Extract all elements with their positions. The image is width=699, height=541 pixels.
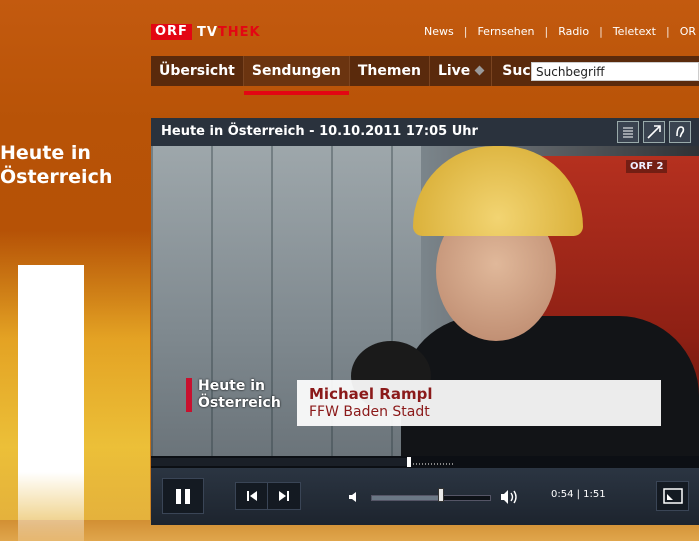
nav-sendungen[interactable]: Sendungen — [243, 56, 350, 95]
volume-handle[interactable] — [438, 488, 444, 502]
volume-fill — [372, 496, 442, 500]
fullscreen-button[interactable] — [656, 481, 689, 511]
show-logo-line2: Österreich — [198, 395, 281, 411]
text-icon[interactable] — [617, 121, 639, 143]
previous-button[interactable] — [235, 482, 268, 510]
volume-high-icon[interactable] — [499, 488, 523, 506]
toplink-fernsehen[interactable]: Fernsehen — [477, 25, 534, 38]
side-title-line2: Österreich — [0, 166, 113, 188]
nav-live-label: Live — [437, 63, 471, 79]
side-title-line1: Heute in — [0, 142, 91, 164]
nav-live[interactable]: Live — [430, 56, 493, 86]
show-logo-text: Heute in Österreich — [198, 378, 281, 412]
decorative-white-bar — [18, 265, 84, 541]
toplink-radio[interactable]: Radio — [558, 25, 589, 38]
orf-tvthek-logo[interactable]: ORF TV THEK — [151, 24, 261, 40]
skip-back-icon — [246, 491, 257, 501]
lower-third-org: FFW Baden Stadt — [309, 404, 430, 420]
logo-orf: ORF — [151, 24, 192, 40]
video-frame[interactable]: ORF 2 Heute in Österreich Michael Rampl … — [151, 146, 699, 456]
fullscreen-icon — [662, 488, 683, 504]
show-logo-line1: Heute in — [198, 378, 266, 394]
time-display: 0:54 | 1:51 — [551, 489, 606, 500]
progress-buffer — [413, 463, 453, 465]
toplink-news[interactable]: News — [424, 25, 454, 38]
lower-third-name: Michael Rampl — [309, 385, 433, 403]
channel-bug: ORF 2 — [626, 160, 668, 173]
toplink-teletext[interactable]: Teletext — [613, 25, 656, 38]
audio-description-icon[interactable] — [669, 121, 691, 143]
video-player: Heute in Österreich - 10.10.2011 17:05 U… — [151, 118, 699, 525]
progress-bar[interactable] — [151, 456, 699, 468]
nav-uebersicht[interactable]: Übersicht — [151, 56, 244, 86]
pause-button[interactable] — [162, 478, 204, 514]
pause-icon — [176, 488, 181, 504]
show-logo-bar — [186, 378, 192, 412]
toplink-orf[interactable]: OR — [680, 25, 696, 38]
top-links: News | Fernsehen | Radio | Teletext | OR — [424, 25, 697, 38]
player-controls: 0:54 | 1:51 — [151, 468, 699, 525]
volume-low-icon[interactable] — [347, 490, 361, 504]
pause-icon-bar — [185, 488, 190, 504]
popout-icon[interactable] — [643, 121, 665, 143]
logo-tv: TV — [196, 24, 218, 40]
side-show-title: Heute in Österreich — [0, 141, 140, 189]
skip-forward-icon — [279, 491, 289, 501]
live-indicator-icon — [474, 65, 485, 76]
progress-fill — [151, 458, 409, 466]
show-logo-overlay: Heute in Österreich — [186, 378, 281, 412]
progress-handle[interactable] — [407, 457, 411, 467]
search-input[interactable] — [531, 62, 699, 81]
nav-themen[interactable]: Themen — [350, 56, 430, 86]
lower-third: Michael Rampl FFW Baden Stadt — [297, 380, 661, 426]
next-button[interactable] — [268, 482, 301, 510]
volume-slider[interactable] — [371, 495, 491, 501]
logo-thek: THEK — [217, 24, 261, 40]
